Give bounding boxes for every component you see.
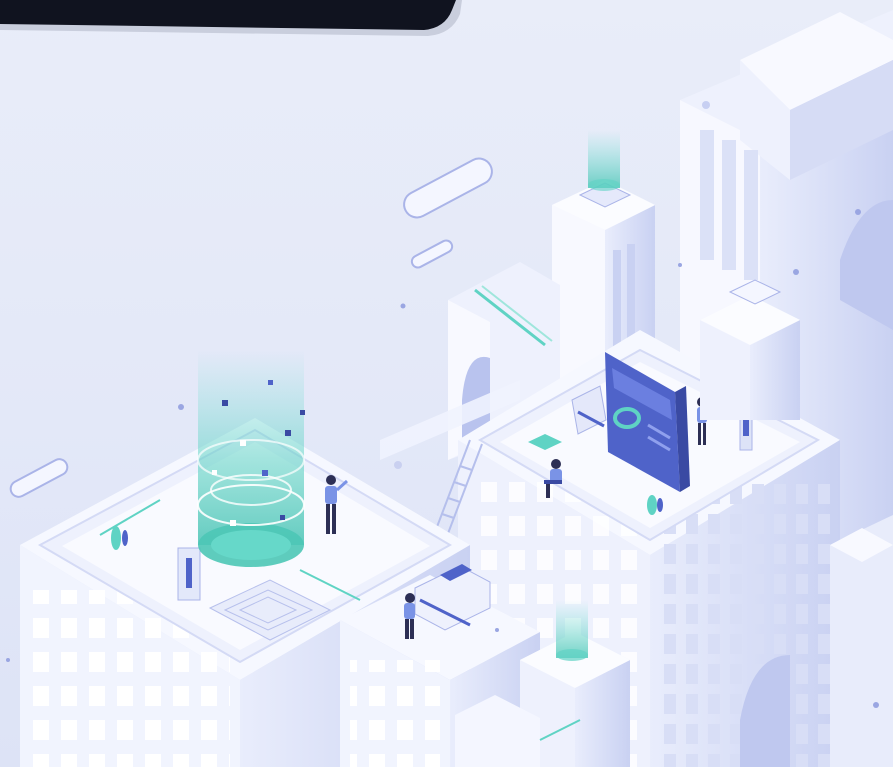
isometric-city-illustration	[0, 0, 893, 767]
data-hologram-icon	[197, 350, 305, 567]
satellite-dish-icon	[647, 495, 657, 515]
phone-frame-icon	[0, 0, 462, 36]
